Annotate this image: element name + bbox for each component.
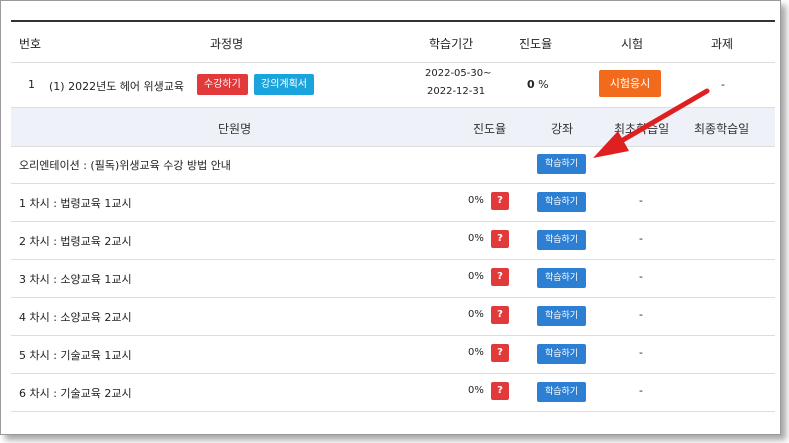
annotation-arrow-shaft [613,88,710,147]
annotation-arrow-head [593,131,629,158]
annotation-arrow [593,88,710,158]
screenshot-frame: 번호 과정명 학습기간 진도율 시험 과제 1 (1) 2022년도 헤어 위생… [0,0,781,435]
